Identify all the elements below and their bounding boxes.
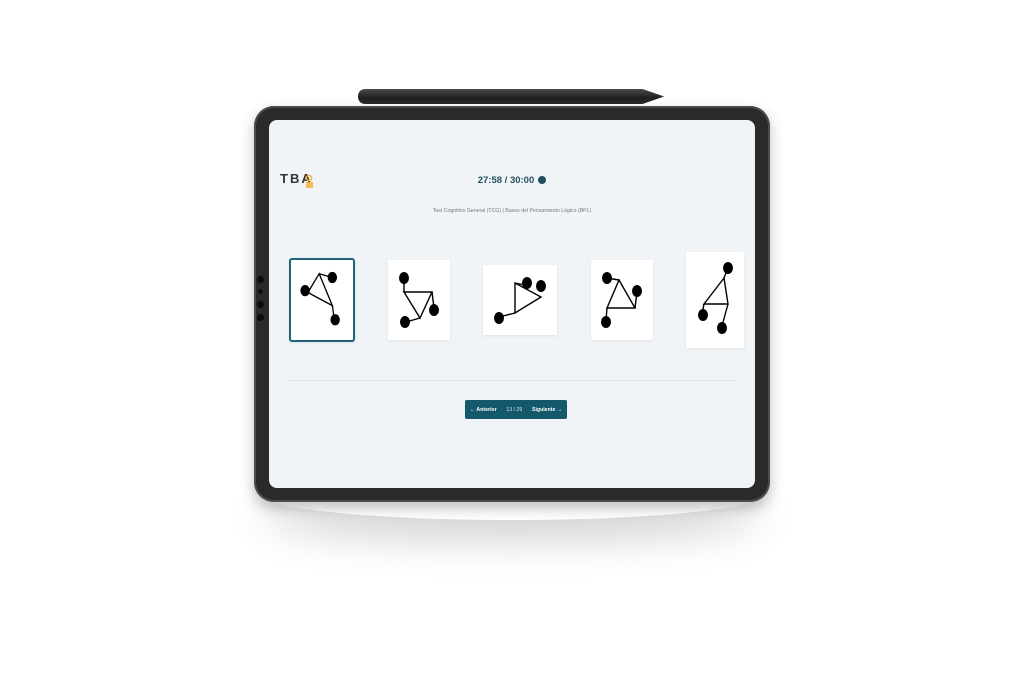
figure-a-icon [300,271,340,326]
question-navigation: ← Anterior 13 / 29 Siguiente → [465,400,567,419]
tablet-frame: TBA 27:58 / 30:00 Test Cognitivo General… [254,106,770,502]
previous-button[interactable]: ← Anterior [470,407,497,413]
countdown-timer: 27:58 / 30:00 [269,175,755,186]
timer-icon [538,176,547,184]
side-button [257,314,264,321]
stylus-pencil [358,89,664,104]
side-button [257,276,264,283]
question-progress: 13 / 29 [506,406,523,413]
figure-b-icon [399,272,439,328]
test-subtitle: Test Cognitivo General (TCG) | Bases del… [432,208,592,214]
option-card-b[interactable] [388,260,450,340]
figure-c-icon [494,277,546,324]
timer-text: 27:58 / 30:00 [477,175,535,186]
option-card-e[interactable] [686,252,744,348]
figure-d-icon [601,272,642,328]
side-button [258,289,263,294]
option-card-d[interactable] [591,260,653,340]
next-button[interactable]: Siguiente → [532,407,562,413]
screen: TBA 27:58 / 30:00 Test Cognitivo General… [269,120,755,488]
divider [289,380,735,381]
option-card-c[interactable] [483,265,557,335]
option-card-a[interactable] [289,258,355,342]
figure-e-icon [698,262,733,334]
side-button [257,301,264,308]
